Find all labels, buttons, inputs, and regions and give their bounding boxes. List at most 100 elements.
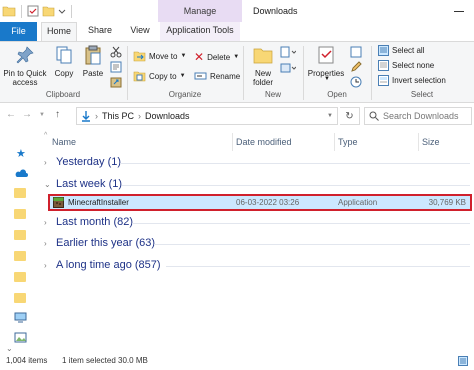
group-header-last-month[interactable]: › Last month (82) xyxy=(44,216,133,228)
tab-application-tools[interactable]: Application Tools xyxy=(160,22,240,41)
group-header-long-time-ago[interactable]: › A long time ago (857) xyxy=(44,259,161,271)
rename-button[interactable]: Rename xyxy=(194,70,240,82)
new-folder-label-2: folder xyxy=(252,78,273,87)
status-bar: 1,004 items 1 item selected 30.0 MB xyxy=(0,352,474,370)
paste-shortcut-icon[interactable] xyxy=(110,76,122,88)
pictures-folder-icon[interactable] xyxy=(14,332,27,343)
properties-button[interactable]: Properties xyxy=(306,45,346,78)
chevron-right-icon: › xyxy=(95,111,98,121)
address-bar[interactable]: › This PC › Downloads ▼ xyxy=(76,107,338,125)
recent-locations-chevron-icon[interactable]: ▼ xyxy=(39,112,45,118)
minimize-button[interactable] xyxy=(444,0,474,22)
chevron-down-icon: ⌄ xyxy=(44,179,51,189)
details-view-icon[interactable] xyxy=(458,356,468,366)
group-header-yesterday[interactable]: › Yesterday (1) xyxy=(44,156,121,168)
new-folder-button[interactable]: New folder xyxy=(248,45,278,87)
copy-to-icon xyxy=(133,71,146,82)
move-to-button[interactable]: Move to ▼ xyxy=(133,50,186,62)
folder-icon[interactable] xyxy=(14,293,26,303)
quick-access-toolbar xyxy=(2,3,74,19)
open-group-label: Open xyxy=(327,90,347,99)
chevron-right-icon: › xyxy=(44,260,47,270)
paste-button[interactable]: Paste xyxy=(80,45,106,78)
pin-label-2: access xyxy=(12,78,38,87)
open-icon[interactable] xyxy=(350,46,362,58)
easy-access-icon[interactable] xyxy=(280,62,296,74)
column-header-type[interactable]: Type xyxy=(338,137,358,147)
select-all-label: Select all xyxy=(392,46,425,55)
select-none-button[interactable]: Select none xyxy=(378,60,434,71)
search-icon xyxy=(369,111,379,121)
forward-arrow-icon[interactable]: → xyxy=(22,109,32,120)
title-bar: Manage Downloads xyxy=(0,0,474,22)
status-selection: 1 item selected 30.0 MB xyxy=(62,356,148,365)
history-icon[interactable] xyxy=(350,76,362,88)
table-row-selected[interactable]: MinecraftInstaller 06-03-2022 03:26 Appl… xyxy=(48,194,472,211)
properties-check-icon[interactable] xyxy=(27,5,39,17)
select-all-button[interactable]: Select all xyxy=(378,45,424,56)
copy-path-icon[interactable] xyxy=(110,61,122,73)
folder-icon[interactable] xyxy=(14,188,26,198)
tab-file[interactable]: File xyxy=(0,22,37,41)
chevron-down-icon[interactable] xyxy=(58,5,66,17)
move-to-label: Move to xyxy=(149,51,178,61)
new-group-label: New xyxy=(264,90,281,99)
tab-home[interactable]: Home xyxy=(41,22,77,41)
pin-to-quick-access-button[interactable]: Pin to Quick access xyxy=(2,45,48,87)
onedrive-cloud-icon[interactable] xyxy=(14,169,28,178)
column-header-date-modified[interactable]: Date modified xyxy=(236,137,292,147)
edit-icon[interactable] xyxy=(350,61,362,73)
address-row: ← → ▼ ↑ › This PC › Downloads ▼ ↻ Search… xyxy=(0,104,474,128)
minecraft-app-icon xyxy=(53,197,64,208)
manage-context-tab[interactable]: Manage xyxy=(158,0,242,22)
folder-icon[interactable] xyxy=(14,251,26,261)
chevron-down-icon: ▼ xyxy=(180,53,187,59)
search-placeholder: Search Downloads xyxy=(383,111,459,121)
breadcrumb-this-pc[interactable]: This PC xyxy=(102,111,134,121)
column-header-name[interactable]: Name xyxy=(52,137,76,147)
tab-view[interactable]: View xyxy=(122,22,158,41)
chevron-down-icon: ▼ xyxy=(233,54,240,60)
select-none-icon xyxy=(378,60,389,71)
folder-icon[interactable] xyxy=(14,272,26,282)
column-separator xyxy=(418,133,419,151)
group-header-earlier-this-year[interactable]: › Earlier this year (63) xyxy=(44,237,155,249)
chevron-right-icon: › xyxy=(44,157,47,167)
column-separator xyxy=(334,133,335,151)
quick-access-star-icon[interactable]: ★ xyxy=(16,147,26,160)
refresh-button[interactable]: ↻ xyxy=(340,107,360,125)
refresh-icon: ↻ xyxy=(345,110,354,122)
this-pc-icon[interactable] xyxy=(14,312,27,323)
copy-button[interactable]: Copy xyxy=(50,45,78,78)
group-divider-line xyxy=(166,266,470,267)
move-to-icon xyxy=(133,51,146,62)
new-item-icon[interactable] xyxy=(280,46,296,58)
folder-icon[interactable] xyxy=(14,209,26,219)
up-arrow-icon[interactable]: ↑ xyxy=(55,109,60,120)
file-date-modified: 06-03-2022 03:26 xyxy=(236,198,300,207)
copy-to-button[interactable]: Copy to ▼ xyxy=(133,70,186,82)
qat-separator xyxy=(71,4,72,18)
search-input[interactable]: Search Downloads xyxy=(364,107,472,125)
organize-group-label: Organize xyxy=(168,90,202,99)
file-list: ^ Name Date modified Type Size › Yesterd… xyxy=(40,130,474,352)
folder-icon[interactable] xyxy=(14,230,26,240)
chevron-right-icon: › xyxy=(44,238,47,248)
download-arrow-icon xyxy=(82,111,90,122)
copy-to-label: Copy to xyxy=(149,71,177,81)
group-header-last-week[interactable]: ⌄ Last week (1) xyxy=(44,178,122,190)
qat-separator xyxy=(21,4,22,18)
column-header-size[interactable]: Size xyxy=(422,137,440,147)
delete-button[interactable]: ✕ Delete ▼ xyxy=(194,50,239,64)
chevron-down-icon[interactable]: ▼ xyxy=(327,113,333,119)
breadcrumb-downloads[interactable]: Downloads xyxy=(145,111,190,121)
delete-label: Delete xyxy=(207,52,231,62)
cut-icon[interactable] xyxy=(110,46,122,58)
folder-icon xyxy=(2,6,16,17)
back-arrow-icon[interactable]: ← xyxy=(6,109,16,120)
new-folder-icon[interactable] xyxy=(42,5,55,17)
invert-selection-button[interactable]: Invert selection xyxy=(378,75,446,86)
group-label: Last week (1) xyxy=(56,178,123,190)
tab-share[interactable]: Share xyxy=(82,22,118,41)
file-size: 30,769 KB xyxy=(428,198,466,207)
